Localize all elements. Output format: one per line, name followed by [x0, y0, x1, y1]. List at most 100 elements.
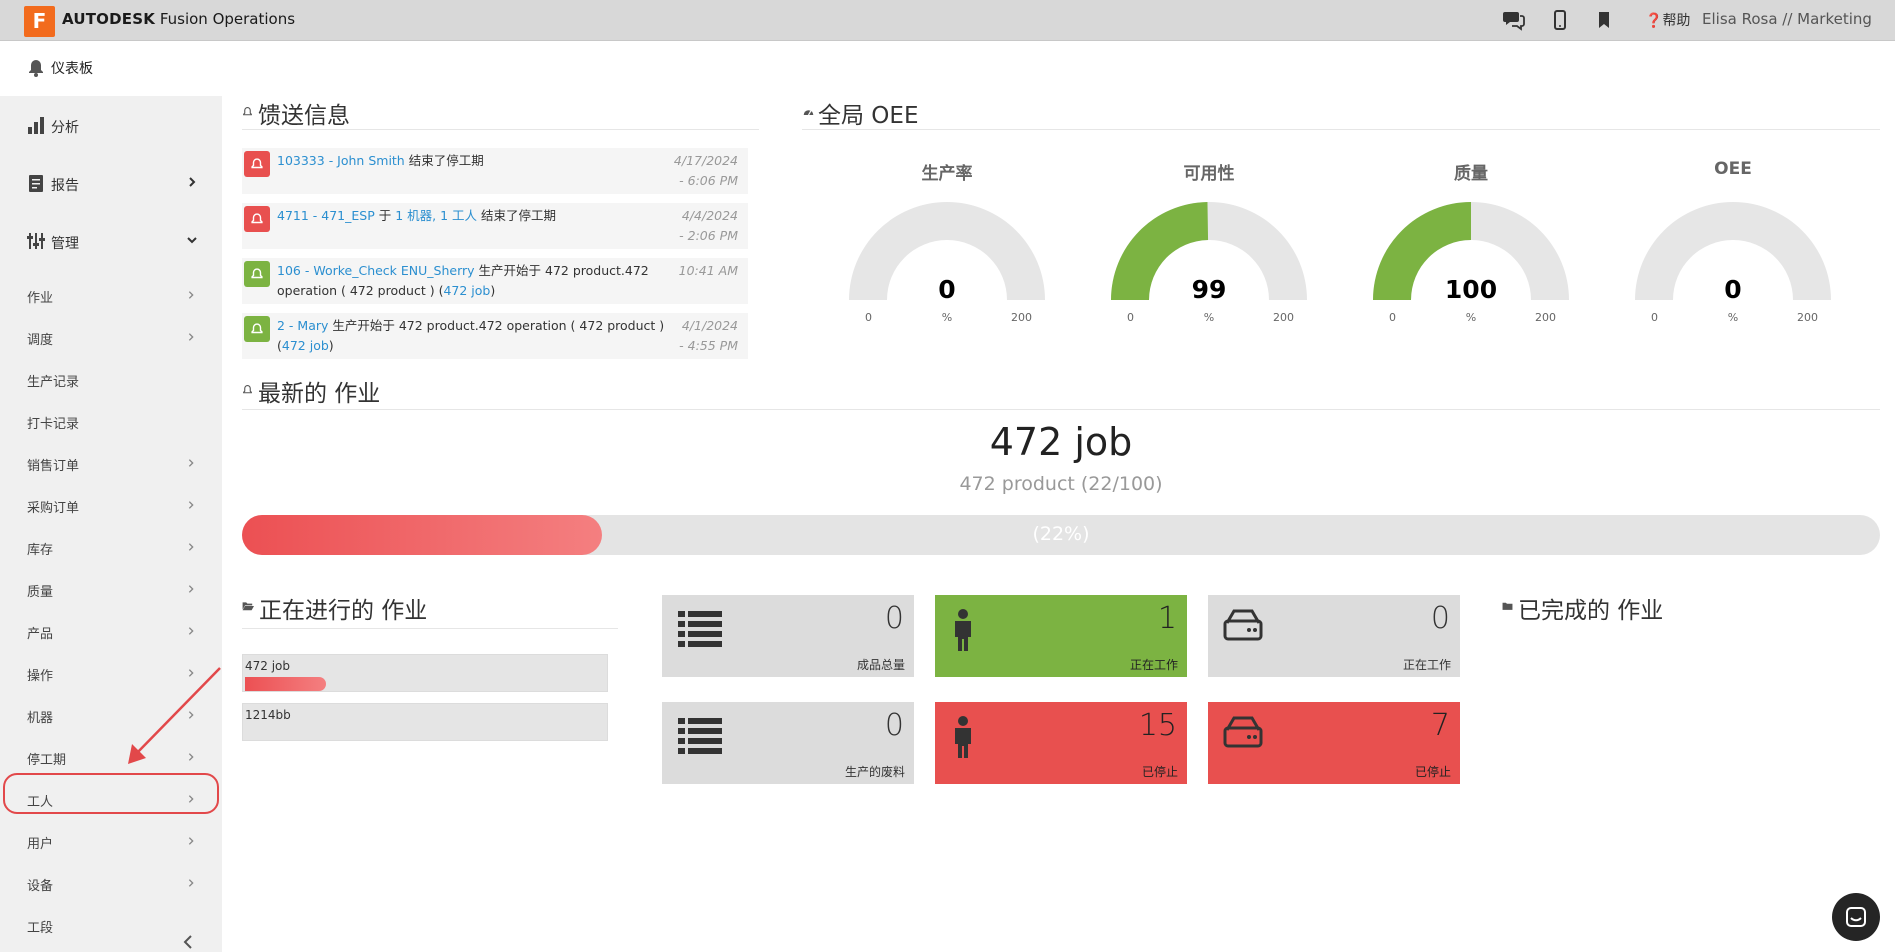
chevron-right-icon: [188, 879, 194, 887]
feed-row[interactable]: 4711 - 471_ESP 于 1 机器, 1 工人 结束了停工期 4/4/20…: [242, 203, 748, 249]
sidebar-item-3[interactable]: 生产记录: [0, 363, 222, 395]
oee-gauge: 可用性 99 0% 200: [1079, 155, 1339, 330]
feed-date-line: - 6:06 PM: [679, 173, 738, 188]
gauge-unit: %: [1465, 311, 1477, 324]
dashboard-label: 仪表板: [51, 61, 93, 77]
bookmark-icon[interactable]: [1592, 8, 1616, 32]
status-tile[interactable]: 15 已停止: [935, 702, 1187, 784]
sidebar-item-label: 分析: [51, 120, 79, 136]
tile-label: 成品总量: [856, 658, 905, 672]
sidebar-item-16[interactable]: 工段: [0, 909, 222, 941]
in-progress-job[interactable]: 472 job: [242, 654, 608, 692]
gauge-value: 99: [1191, 275, 1227, 304]
sidebar-item-label: 设备: [27, 879, 54, 894]
latest-job-progress-bar: (22%): [242, 515, 1880, 555]
feed-text: 2 - Mary 生产开始于 472 product.472 operation…: [277, 316, 667, 356]
tile-label: 正在工作: [1129, 658, 1178, 672]
sidebar-item-label: 质量: [27, 585, 54, 600]
folder-icon: [1502, 602, 1513, 610]
sidebar-item-1[interactable]: 作业: [0, 279, 222, 311]
feed-message: 于: [374, 208, 396, 223]
feed-job-link[interactable]: 472 job: [282, 338, 329, 353]
sidebar-item-reports[interactable]: 报告: [0, 163, 222, 203]
gauge-max: 200: [1797, 311, 1818, 324]
help-link[interactable]: ❓帮助: [1645, 10, 1690, 30]
mobile-icon[interactable]: [1548, 8, 1572, 32]
status-tile[interactable]: 0 生产的废料: [662, 702, 914, 784]
dashboard-header[interactable]: 仪表板: [0, 41, 1895, 96]
feed-link[interactable]: 106 - Worke_Check ENU_Sherry: [277, 263, 475, 278]
status-tile[interactable]: 0 成品总量: [662, 595, 914, 677]
help-icon: ❓: [1645, 13, 1663, 29]
feed-date: 4/17/2024 - 6:06 PM: [658, 151, 738, 191]
feed-date-line: 10:41 AM: [678, 263, 738, 278]
user-menu[interactable]: Elisa Rosa // Marketing: [1702, 10, 1872, 28]
status-tile[interactable]: 0 正在工作: [1208, 595, 1460, 677]
feed-date-line: - 2:06 PM: [679, 228, 738, 243]
tile-value: 1: [1157, 601, 1177, 636]
bell-icon: [251, 158, 263, 169]
feed-message: ): [328, 338, 334, 353]
feed-status-badge: [244, 316, 270, 342]
sidebar-item-7[interactable]: 库存: [0, 531, 222, 563]
sidebar-item-4[interactable]: 打卡记录: [0, 405, 222, 437]
feed-date-line: 4/4/2024: [681, 208, 738, 223]
worker-icon: [955, 716, 971, 758]
chevron-right-icon: [188, 501, 194, 509]
chat-widget-button[interactable]: [1832, 893, 1880, 941]
feed-row[interactable]: 2 - Mary 生产开始于 472 product.472 operation…: [242, 313, 748, 359]
sidebar-item-analysis[interactable]: 分析: [0, 105, 222, 145]
sidebar-item-9[interactable]: 产品: [0, 615, 222, 647]
status-tile[interactable]: 1 正在工作: [935, 595, 1187, 677]
bell-icon: [29, 60, 43, 77]
brand-product: Fusion Operations: [155, 10, 296, 28]
feed-date-line: 4/17/2024: [673, 153, 738, 168]
oee-gauge: OEE 0 0% 200: [1603, 155, 1863, 330]
tile-value: 0: [884, 708, 904, 743]
gauge-title: 质量: [1454, 164, 1488, 184]
feed-divider: [242, 129, 759, 130]
sidebar-item-15[interactable]: 设备: [0, 867, 222, 899]
sidebar-item-label: 打卡记录: [27, 417, 80, 432]
feed-row[interactable]: 106 - Worke_Check ENU_Sherry 生产开始于 472 p…: [242, 258, 748, 304]
feed-link[interactable]: 4711 - 471_ESP: [277, 208, 375, 223]
sidebar: 分析 报告 管理 作业 调度 生产记录 打卡记录 销售订单 采购订单 库存 质量 产品 操作 机器停…: [0, 96, 222, 952]
sidebar-item-8[interactable]: 质量: [0, 573, 222, 605]
feed-message: operation ( 472 product ) (: [277, 283, 444, 298]
latest-job-name[interactable]: 472 job: [242, 420, 1880, 464]
tile-label: 生产的废料: [844, 765, 905, 779]
chevron-down-icon: [187, 237, 197, 244]
status-tile[interactable]: 7 已停止: [1208, 702, 1460, 784]
feed-job-link[interactable]: 472 job: [443, 283, 490, 298]
job-progress-fill: [245, 677, 326, 691]
feed-link[interactable]: 2 - Mary: [277, 318, 328, 333]
latest-job-divider: [242, 409, 1880, 410]
tile-value: 7: [1430, 708, 1450, 743]
worker-icon: [955, 609, 971, 651]
feed-link[interactable]: 1 机器, 1 工人: [395, 208, 477, 223]
sidebar-item-label: 调度: [27, 333, 54, 348]
brand-name: AUTODESK Fusion Operations: [62, 10, 295, 28]
chat-icon[interactable]: [1502, 8, 1526, 32]
feed-link[interactable]: 103333 - John Smith: [277, 153, 405, 168]
sidebar-item-label: 生产记录: [27, 375, 80, 390]
sidebar-item-manage[interactable]: 管理: [0, 221, 222, 261]
tile-value: 15: [1138, 708, 1177, 743]
sliders-icon: [27, 233, 45, 249]
sidebar-item-14[interactable]: 用户: [0, 825, 222, 857]
oee-divider: [802, 129, 1880, 130]
sidebar-item-6[interactable]: 采购订单: [0, 489, 222, 521]
fusion-logo[interactable]: F: [24, 6, 55, 37]
chevron-right-icon: [188, 837, 194, 845]
bell-icon: [251, 213, 263, 224]
top-bar: F AUTODESK Fusion Operations ❓帮助 Elisa R…: [0, 0, 1895, 41]
latest-job-title: 最新的 作业: [258, 381, 381, 407]
completed-title: 已完成的 作业: [1518, 598, 1664, 624]
in-progress-job[interactable]: 1214bb: [242, 703, 608, 741]
feed-message: 生产开始于 472 product.472: [474, 263, 649, 278]
sidebar-item-5[interactable]: 销售订单: [0, 447, 222, 479]
feed-row[interactable]: 103333 - John Smith 结束了停工期 4/17/2024 - 6:0…: [242, 148, 748, 194]
machine-icon: [1223, 609, 1263, 641]
sidebar-item-2[interactable]: 调度: [0, 321, 222, 353]
gauge-max: 200: [1273, 311, 1294, 324]
